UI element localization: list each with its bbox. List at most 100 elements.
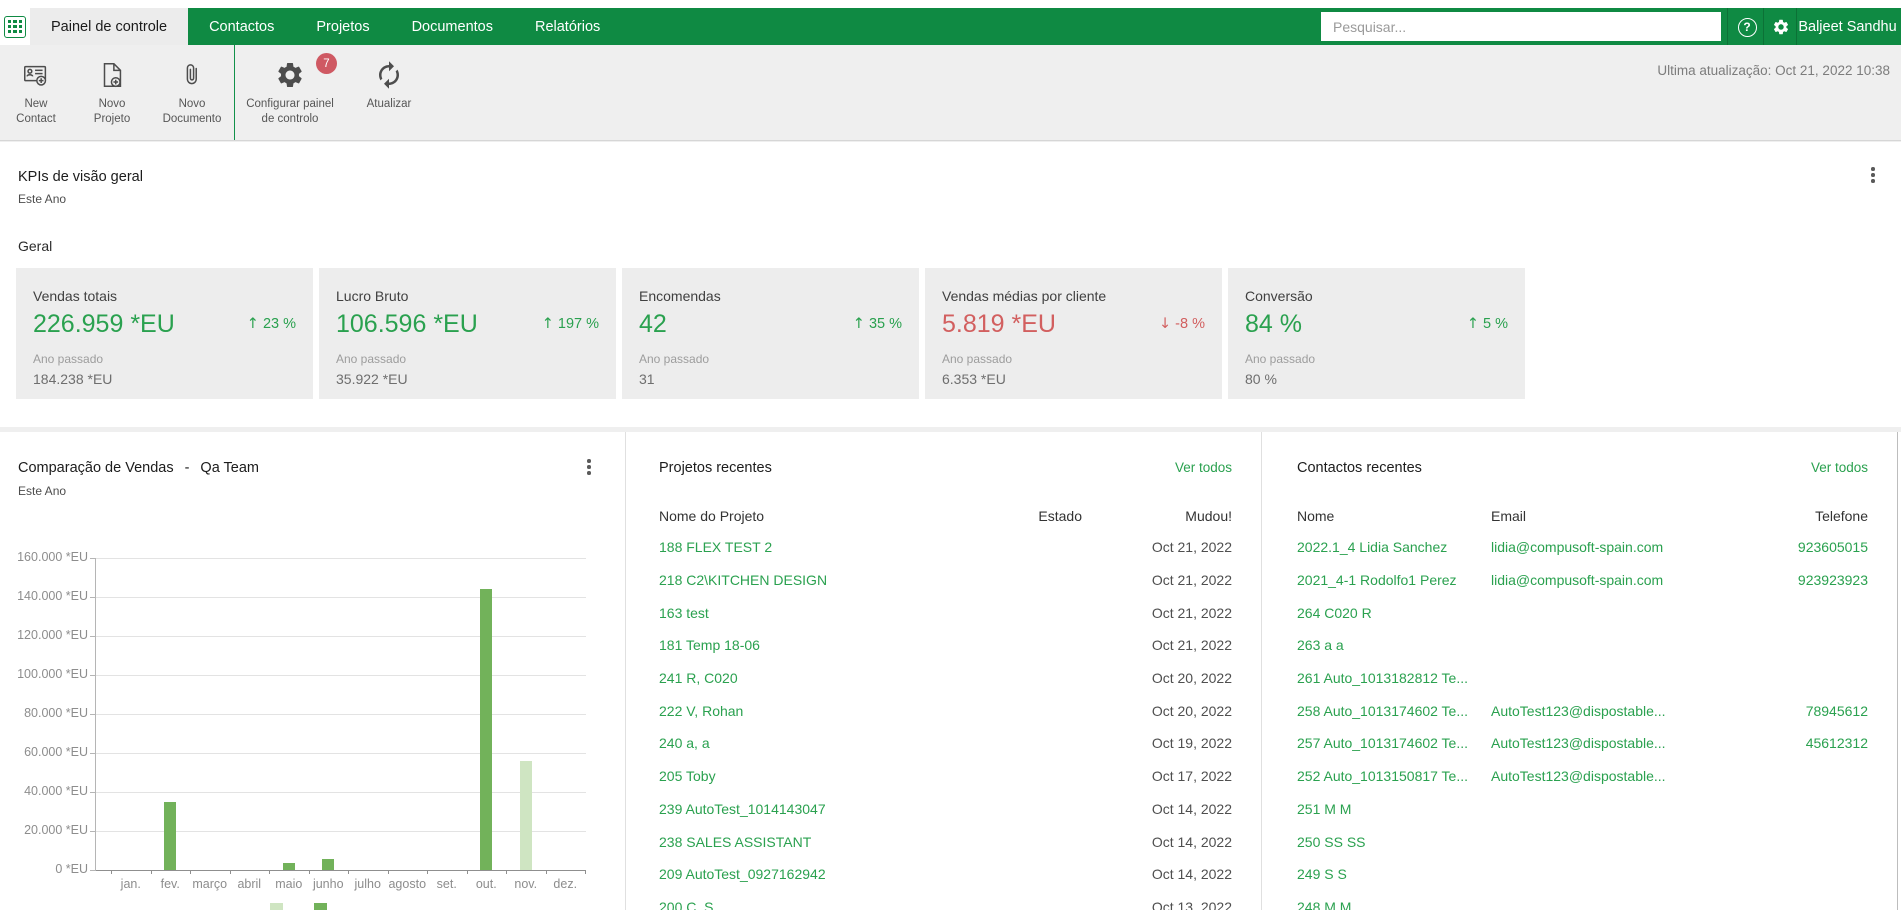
kpi-card-change: ↑ 35 % bbox=[853, 316, 902, 332]
novo-projeto-button[interactable]: Novo Projeto bbox=[72, 45, 152, 140]
kpi-card-change: ↑ 5 % bbox=[1467, 316, 1508, 332]
search-input[interactable] bbox=[1321, 12, 1721, 41]
project-name-link[interactable]: 240 a, a bbox=[659, 735, 952, 751]
contact-row: 257 Auto_1013174602 Te... AutoTest123@dis… bbox=[1297, 727, 1868, 760]
tab-contactos[interactable]: Contactos bbox=[188, 8, 295, 45]
project-name-link[interactable]: 188 FLEX TEST 2 bbox=[659, 539, 952, 555]
tab-documentos[interactable]: Documentos bbox=[391, 8, 514, 45]
contact-name-link[interactable]: 263 a a bbox=[1297, 637, 1491, 653]
project-row: 200 C, S Oct 13, 2022 bbox=[659, 891, 1232, 910]
x-axis-tick bbox=[427, 870, 428, 874]
x-axis-tick bbox=[150, 870, 152, 874]
project-name-link[interactable]: 239 AutoTest_1014143047 bbox=[659, 801, 952, 817]
y-axis-label: 80.000 *EU bbox=[24, 706, 88, 720]
project-row: 240 a, a Oct 19, 2022 bbox=[659, 727, 1232, 760]
project-name-link[interactable]: 218 C2\KITCHEN DESIGN bbox=[659, 572, 952, 588]
contact-phone[interactable]: 923923923 bbox=[1738, 572, 1868, 588]
projects-table-header: Nome do Projeto Estado Mudou! bbox=[659, 508, 1232, 524]
toolbar-divider bbox=[234, 45, 235, 140]
contact-email-link[interactable]: AutoTest123@dispostable... bbox=[1491, 768, 1738, 784]
contact-name-link[interactable]: 252 Auto_1013150817 Te... bbox=[1297, 768, 1491, 784]
novo-documento-button[interactable]: Novo Documento bbox=[152, 45, 232, 140]
kpi-cards: Vendas totais 226.959 *EU ↑ 23 % Ano passado… bbox=[16, 268, 1525, 399]
projects-view-all-link[interactable]: Ver todos bbox=[1175, 460, 1232, 475]
kpi-previous-label: Ano passado bbox=[33, 352, 104, 366]
project-name-link[interactable]: 209 AutoTest_0927162942 bbox=[659, 866, 952, 882]
project-name-link[interactable]: 222 V, Rohan bbox=[659, 703, 952, 719]
x-axis-tick bbox=[466, 870, 468, 874]
tab-projetos[interactable]: Projetos bbox=[295, 8, 390, 45]
y-axis-tick bbox=[90, 596, 96, 598]
project-name-link[interactable]: 241 R, C020 bbox=[659, 670, 952, 686]
x-axis-tick bbox=[111, 870, 112, 874]
contact-name-link[interactable]: 2021_4-1 Rodolfo1 Perez bbox=[1297, 572, 1491, 588]
kpi-panel-subtitle: Este Ano bbox=[18, 192, 67, 206]
kpi-card-change: ↑ 197 % bbox=[542, 316, 599, 332]
tab-painel-de-controle[interactable]: Painel de controle bbox=[30, 8, 189, 45]
scrollbar-track[interactable] bbox=[1897, 432, 1898, 910]
contact-email-link[interactable]: AutoTest123@dispostable... bbox=[1491, 703, 1738, 719]
col-telefone: Telefone bbox=[1815, 508, 1868, 524]
toolbar: New Contact Novo Projeto Novo Documento Config… bbox=[0, 45, 1901, 141]
kpi-panel-menu-kebab-icon[interactable] bbox=[1865, 166, 1881, 184]
col-mudou: Mudou! bbox=[1185, 508, 1232, 524]
gridline bbox=[96, 674, 586, 676]
project-name-link[interactable]: 238 SALES ASSISTANT bbox=[659, 834, 952, 850]
contact-phone[interactable]: 45612312 bbox=[1738, 735, 1868, 751]
contact-email-link[interactable]: lidia@compusoft-spain.com bbox=[1491, 539, 1738, 555]
y-axis-tick bbox=[90, 635, 96, 637]
atualizar-button[interactable]: Atualizar bbox=[343, 45, 435, 140]
contact-row: 251 M M bbox=[1297, 793, 1868, 826]
contact-name-link[interactable]: 251 M M bbox=[1297, 801, 1491, 817]
toolbar-button-label: Novo Documento bbox=[162, 98, 222, 125]
y-axis-tick bbox=[90, 713, 96, 715]
refresh-icon bbox=[374, 60, 404, 90]
chart-bar-fev bbox=[164, 802, 177, 870]
user-menu[interactable]: Baljeet Sandhu bbox=[1798, 8, 1896, 45]
contact-name-link[interactable]: 248 M M bbox=[1297, 899, 1491, 910]
gridline bbox=[96, 557, 586, 559]
contact-phone[interactable]: 923605015 bbox=[1738, 539, 1868, 555]
chart-bar-maio bbox=[282, 863, 295, 870]
contact-name-link[interactable]: 258 Auto_1013174602 Te... bbox=[1297, 703, 1491, 719]
contact-phone[interactable]: 78945612 bbox=[1738, 703, 1868, 719]
contact-email-link[interactable]: AutoTest123@dispostable... bbox=[1491, 735, 1738, 751]
project-name-link[interactable]: 205 Toby bbox=[659, 768, 952, 784]
project-name-link[interactable]: 181 Temp 18-06 bbox=[659, 637, 952, 653]
contact-name-link[interactable]: 249 S S bbox=[1297, 866, 1491, 882]
contact-name-link[interactable]: 2022.1_4 Lidia Sanchez bbox=[1297, 539, 1491, 555]
contact-name-link[interactable]: 261 Auto_1013182812 Te... bbox=[1297, 670, 1491, 686]
new-contact-icon bbox=[21, 60, 51, 90]
project-name-link[interactable]: 163 test bbox=[659, 605, 952, 621]
contacts-view-all-link[interactable]: Ver todos bbox=[1811, 460, 1868, 475]
project-changed-date: Oct 20, 2022 bbox=[1151, 670, 1232, 687]
app-window: Painel de controle Contactos Projetos Docum… bbox=[0, 0, 1901, 910]
x-axis-tick bbox=[585, 870, 586, 874]
y-axis-label: 120.000 *EU bbox=[17, 628, 88, 642]
sales-chart-legend bbox=[270, 903, 327, 910]
new-project-icon bbox=[97, 60, 127, 90]
contact-name-link[interactable]: 257 Auto_1013174602 Te... bbox=[1297, 735, 1491, 751]
sales-chart-menu-kebab-icon[interactable] bbox=[581, 458, 597, 476]
contact-row: 2022.1_4 Lidia Sanchez lidia@compusoft-sp… bbox=[1297, 531, 1868, 564]
project-row: 205 Toby Oct 17, 2022 bbox=[659, 760, 1232, 793]
configurar-painel-de-controlo-button[interactable]: Configurar painel de controlo 7 bbox=[237, 45, 343, 140]
new-contact-button[interactable]: New Contact bbox=[0, 45, 72, 140]
toolbar-button-label: New Contact bbox=[16, 98, 56, 125]
tab-relatórios[interactable]: Relatórios bbox=[514, 8, 621, 45]
project-changed-date: Oct 20, 2022 bbox=[1151, 702, 1232, 719]
kpi-card-title: Vendas médias por cliente bbox=[942, 288, 1107, 304]
settings-gear-icon[interactable] bbox=[1770, 16, 1792, 38]
y-axis-label: 0 *EU bbox=[55, 862, 88, 876]
kpi-card-value: 5.819 *EU bbox=[942, 310, 1056, 338]
contact-name-link[interactable]: 264 C020 R bbox=[1297, 605, 1491, 621]
kpi-card-lucro-bruto: Lucro Bruto 106.596 *EU ↑ 197 % Ano passado 3… bbox=[319, 268, 616, 399]
project-changed-date: Oct 21, 2022 bbox=[1151, 539, 1232, 556]
project-row: 222 V, Rohan Oct 20, 2022 bbox=[659, 694, 1232, 727]
y-axis-tick bbox=[90, 791, 96, 793]
help-icon[interactable]: ? bbox=[1736, 16, 1758, 38]
contact-email-link[interactable]: lidia@compusoft-spain.com bbox=[1491, 572, 1738, 588]
app-logo[interactable] bbox=[0, 8, 30, 45]
contact-name-link[interactable]: 250 SS SS bbox=[1297, 834, 1491, 850]
project-name-link[interactable]: 200 C, S bbox=[659, 899, 952, 910]
